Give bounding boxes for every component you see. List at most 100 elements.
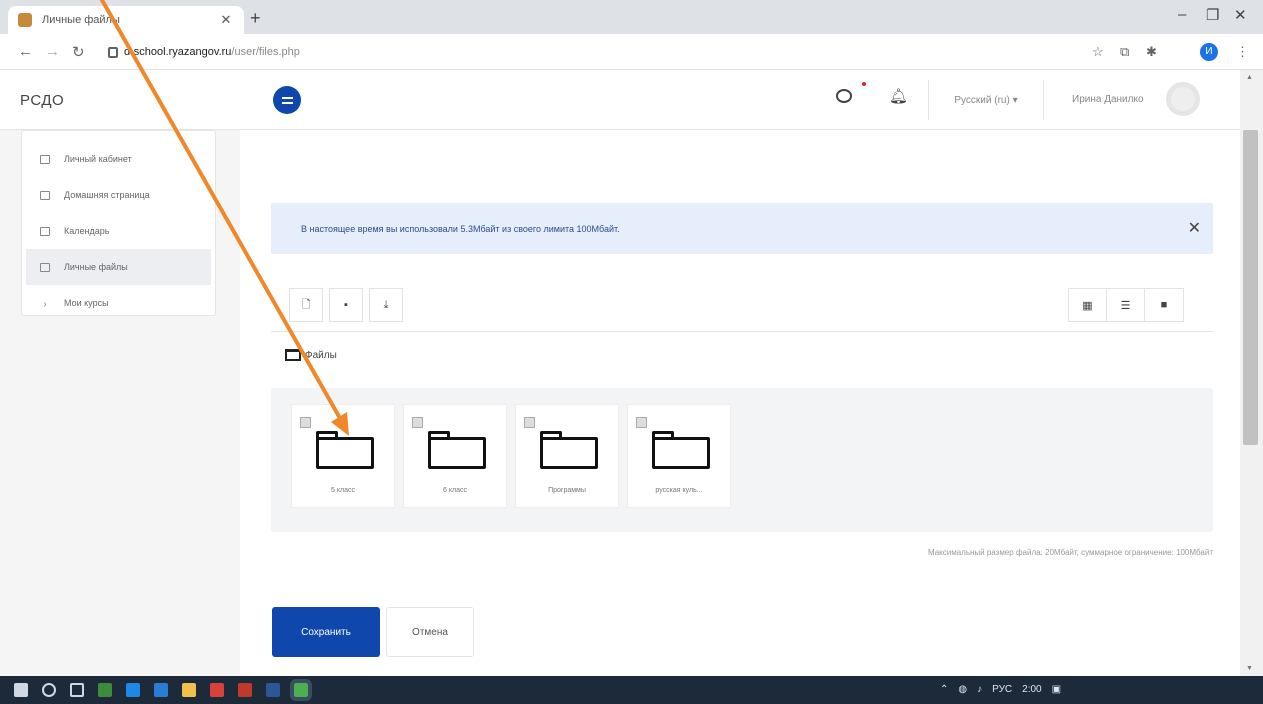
tray-chevron-icon[interactable]: ⌃ (940, 684, 948, 695)
file-name: 5 класс (331, 487, 355, 494)
sidebar-item-dashboard[interactable]: Личный кабинет (22, 141, 215, 177)
browser-menu-icon[interactable]: ⋮ (1236, 44, 1249, 60)
profile-avatar[interactable]: И (1200, 43, 1218, 61)
volume-icon[interactable]: ♪ (977, 684, 982, 695)
files-area: 5 класс 6 класс Программы русская куль..… (271, 388, 1213, 532)
system-tray: ⌃ ◍ ♪ РУС 2:00 ▣ (940, 684, 1061, 695)
folder-icon (540, 431, 598, 469)
clock[interactable]: 2:00 (1022, 684, 1041, 695)
app-icon[interactable] (154, 683, 168, 697)
folder-icon: ■ (1160, 299, 1168, 311)
browser-toolbar: ← → ↻ d-school.ryazangov.ru /user/files.… (0, 34, 1263, 70)
explorer-icon[interactable] (182, 683, 196, 697)
sidebar-item-my-courses[interactable]: › Мои курсы (22, 285, 215, 321)
back-icon[interactable]: ← (18, 43, 33, 60)
messages-icon[interactable] (836, 89, 852, 103)
notifications-icon[interactable]: ▣ (1052, 684, 1061, 695)
dashboard-icon (40, 154, 50, 164)
folder-icon (428, 431, 486, 469)
sidebar-item-private-files[interactable]: Личные файлы (26, 249, 211, 285)
download-icon: ⤓ (383, 298, 389, 311)
download-all-button[interactable]: ⤓ (369, 288, 403, 322)
edge-icon[interactable] (126, 683, 140, 697)
breadcrumb-label[interactable]: Файлы (305, 350, 337, 361)
save-button[interactable]: Сохранить (272, 607, 380, 657)
start-icon[interactable] (14, 683, 28, 697)
menu-icon (281, 96, 293, 104)
folder-tile[interactable]: русская куль... (627, 404, 731, 508)
file-name: русская куль... (655, 487, 703, 494)
lang-indicator[interactable]: РУС (992, 684, 1012, 695)
tab-close-icon[interactable]: ✕ (218, 12, 234, 28)
site-favicon-icon (18, 13, 32, 27)
quota-alert: В настоящее время вы использовали 5.3Мба… (271, 203, 1213, 254)
add-file-button[interactable]: 🗋 (289, 288, 323, 322)
app-icon[interactable] (238, 683, 252, 697)
url-path: /user/files.php (231, 46, 300, 58)
breadcrumb: Файлы (285, 349, 337, 361)
app-icon[interactable] (210, 683, 224, 697)
alert-text: В настоящее время вы использовали 5.3Мба… (301, 223, 620, 234)
view-tree-button[interactable]: ■ (1145, 289, 1183, 321)
page: РСДО 🔔︎ Русский (ru) ▾ Ирина Данилко Лич… (0, 70, 1240, 676)
new-tab-button[interactable]: + (250, 8, 261, 29)
user-name[interactable]: Ирина Данилко (1072, 94, 1144, 105)
page-scrollbar[interactable]: ▲ ▼ (1240, 70, 1263, 676)
sidebar: Личный кабинет Домашняя страница Календа… (0, 130, 240, 676)
chevron-icon: › (43, 298, 47, 310)
select-checkbox[interactable] (636, 417, 647, 428)
select-checkbox[interactable] (300, 417, 311, 428)
sidebar-item-home[interactable]: Домашняя страница (22, 177, 215, 213)
list-icon: ☰ (1120, 299, 1131, 312)
home-icon (40, 190, 50, 200)
network-icon[interactable]: ◍ (958, 684, 967, 695)
cancel-button[interactable]: Отмена (386, 607, 474, 657)
select-checkbox[interactable] (524, 417, 535, 428)
tab-title: Личные файлы (42, 14, 120, 26)
folder-icon (285, 349, 301, 361)
app-icon[interactable] (98, 683, 112, 697)
folder-icon (652, 431, 710, 469)
close-alert-icon[interactable]: ✕ (1188, 218, 1201, 238)
sidebar-item-label: Календарь (64, 226, 110, 236)
chrome-icon[interactable] (290, 679, 312, 701)
minimize-icon[interactable]: – (1178, 6, 1186, 23)
maximize-icon[interactable]: ❐ (1206, 6, 1219, 24)
close-window-icon[interactable]: ✕ (1234, 6, 1247, 24)
unread-dot (862, 82, 866, 86)
translate-icon[interactable]: ⧉ (1120, 44, 1129, 60)
create-folder-button[interactable]: ▪ (329, 288, 363, 322)
view-list-button[interactable]: ☰ (1107, 289, 1145, 321)
select-checkbox[interactable] (412, 417, 423, 428)
task-view-icon[interactable] (70, 683, 84, 697)
browser-tabbar: Личные файлы ✕ + – ❐ ✕ (0, 0, 1263, 34)
folder-tile[interactable]: Программы (515, 404, 619, 508)
language-select[interactable]: Русский (ru) ▾ (928, 80, 1044, 120)
user-avatar[interactable] (1166, 82, 1200, 116)
site-brand[interactable]: РСДО (20, 92, 64, 109)
folder-tile[interactable]: 5 класс (291, 404, 395, 508)
scroll-thumb[interactable] (1243, 130, 1258, 445)
drawer-toggle-button[interactable] (273, 86, 301, 114)
view-mode-group: ▦ ☰ ■ (1068, 288, 1184, 322)
site-header: РСДО 🔔︎ Русский (ru) ▾ Ирина Данилко (0, 70, 1240, 130)
forward-icon[interactable]: → (45, 43, 60, 60)
folder-tile[interactable]: 6 класс (403, 404, 507, 508)
view-icons-button[interactable]: ▦ (1069, 289, 1107, 321)
file-manager-toolbar: 🗋 ▪ ⤓ ▦ ☰ ■ (271, 278, 1213, 332)
browser-tab[interactable]: Личные файлы ✕ (8, 6, 244, 34)
reload-icon[interactable]: ↻ (72, 43, 85, 61)
sidebar-item-calendar[interactable]: Календарь (22, 213, 215, 249)
sidebar-item-label: Домашняя страница (64, 190, 150, 200)
extensions-icon[interactable]: ✱ (1146, 44, 1157, 60)
scroll-up-icon[interactable]: ▲ (1246, 74, 1253, 81)
calendar-icon (40, 226, 50, 236)
bookmark-star-icon[interactable]: ☆ (1092, 44, 1104, 60)
scroll-down-icon[interactable]: ▼ (1246, 665, 1253, 672)
file-name: 6 класс (443, 487, 467, 494)
search-icon[interactable] (42, 683, 56, 697)
notifications-bell-icon[interactable]: 🔔︎ (889, 87, 908, 105)
app-icon[interactable] (266, 683, 280, 697)
sidebar-item-label: Личный кабинет (64, 154, 132, 164)
address-bar[interactable]: d-school.ryazangov.ru /user/files.php (108, 39, 1068, 65)
